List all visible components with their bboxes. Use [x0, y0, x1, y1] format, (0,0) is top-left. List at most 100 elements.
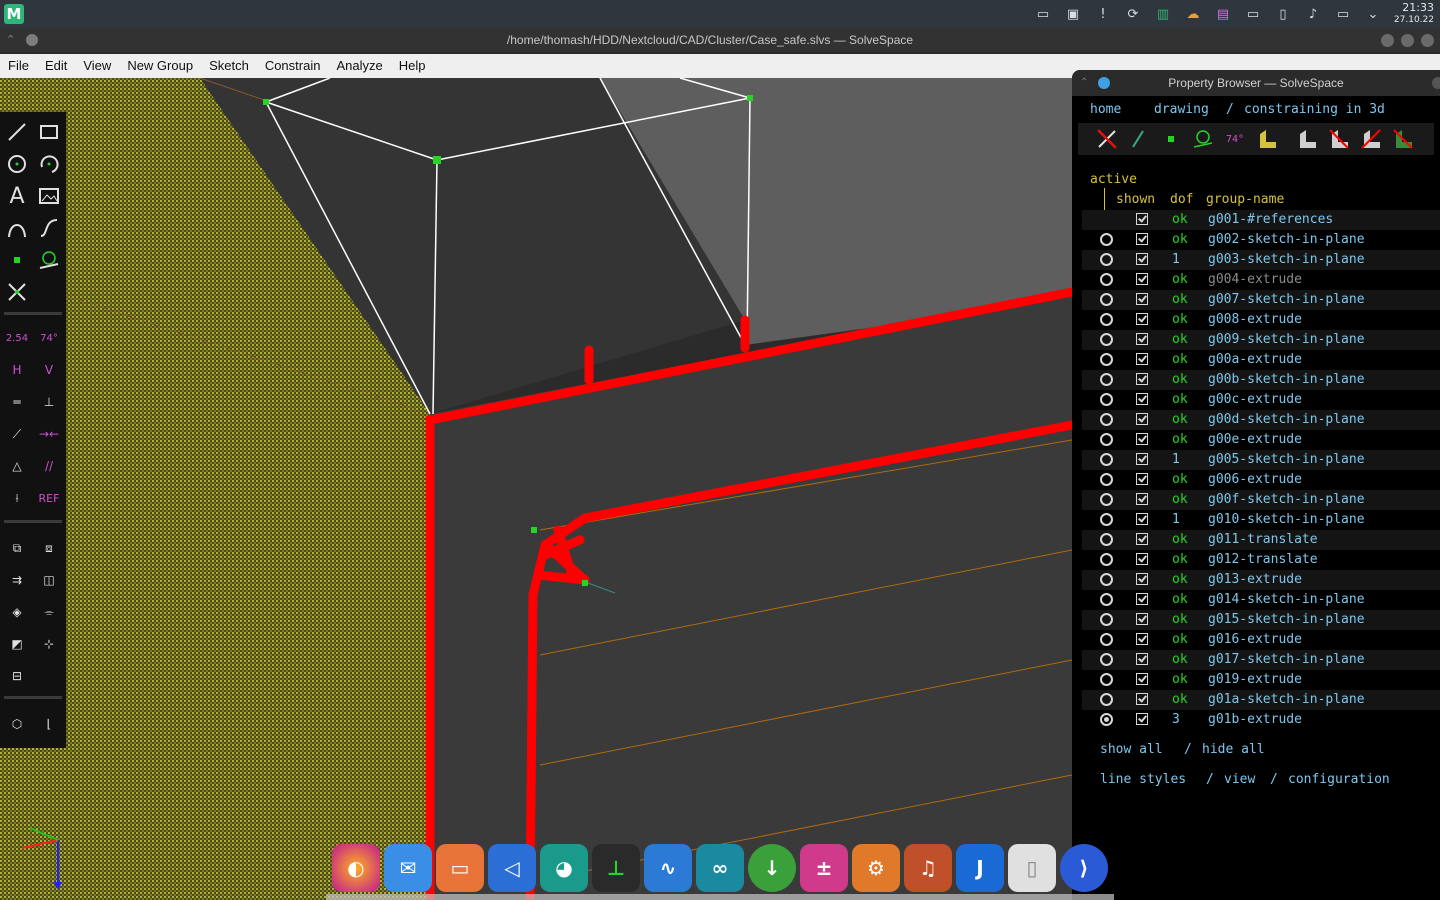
- drawing-link[interactable]: drawing: [1154, 102, 1209, 117]
- arc-tool-icon[interactable]: [36, 151, 62, 177]
- group-row[interactable]: ok g01a-sketch-in-plane: [1082, 690, 1440, 710]
- active-group-radio[interactable]: [1100, 253, 1113, 266]
- group-name[interactable]: g014-sketch-in-plane: [1208, 592, 1365, 607]
- group-name[interactable]: g00a-extrude: [1208, 352, 1302, 367]
- shown-checkbox[interactable]: [1136, 333, 1148, 345]
- group-row[interactable]: ok g016-extrude: [1082, 630, 1440, 650]
- group-row[interactable]: ok g019-extrude: [1082, 670, 1440, 690]
- close-button[interactable]: [1432, 77, 1440, 89]
- notification-icon[interactable]: !: [1090, 3, 1116, 25]
- group-row[interactable]: ok g014-sketch-in-plane: [1082, 590, 1440, 610]
- normals-toggle-icon[interactable]: [1126, 126, 1152, 152]
- rectangle-tool-icon[interactable]: [36, 119, 62, 145]
- hide-all-link[interactable]: hide all: [1202, 742, 1265, 757]
- active-group-radio[interactable]: [1100, 613, 1113, 626]
- active-group-radio[interactable]: [1100, 353, 1113, 366]
- menu-constrain[interactable]: Constrain: [257, 54, 329, 78]
- shown-checkbox[interactable]: [1136, 673, 1148, 685]
- angle-constraint-icon[interactable]: 74°: [36, 325, 62, 351]
- view-link[interactable]: view: [1224, 772, 1255, 787]
- construction-toggle-icon[interactable]: [1190, 126, 1216, 152]
- display-icon[interactable]: ▭: [1330, 3, 1356, 25]
- image-tool-icon[interactable]: [36, 183, 62, 209]
- active-group-radio[interactable]: [1100, 633, 1113, 646]
- group-name[interactable]: g017-sketch-in-plane: [1208, 652, 1365, 667]
- step-translate-icon[interactable]: ⧉: [4, 535, 30, 561]
- shown-checkbox[interactable]: [1136, 373, 1148, 385]
- group-row[interactable]: ok g009-sketch-in-plane: [1082, 330, 1440, 350]
- shown-checkbox[interactable]: [1136, 493, 1148, 505]
- shown-checkbox[interactable]: [1136, 413, 1148, 425]
- active-group-radio[interactable]: [1100, 673, 1113, 686]
- spline-tool-icon[interactable]: [36, 215, 62, 241]
- text-tool-icon[interactable]: A: [4, 183, 30, 209]
- shown-checkbox[interactable]: [1136, 633, 1148, 645]
- clock[interactable]: 21:33 27.10.22: [1394, 2, 1434, 26]
- shown-checkbox[interactable]: [1136, 293, 1148, 305]
- group-name[interactable]: g013-extrude: [1208, 572, 1302, 587]
- show-all-link[interactable]: show all: [1100, 742, 1163, 757]
- active-group-radio[interactable]: [1100, 313, 1113, 326]
- outlines-toggle-icon[interactable]: [1358, 126, 1384, 152]
- active-group-radio[interactable]: [1100, 413, 1113, 426]
- group-name[interactable]: g00c-extrude: [1208, 392, 1302, 407]
- group-row[interactable]: 1 g005-sketch-in-plane: [1082, 450, 1440, 470]
- tangent-constraint-icon[interactable]: ⟊: [4, 485, 30, 511]
- line-tool-icon[interactable]: [4, 119, 30, 145]
- group-name[interactable]: g015-sketch-in-plane: [1208, 612, 1365, 627]
- active-group-radio[interactable]: [1100, 433, 1113, 446]
- shown-checkbox[interactable]: [1136, 573, 1148, 585]
- shown-checkbox[interactable]: [1136, 433, 1148, 445]
- group-name[interactable]: g00f-sketch-in-plane: [1208, 492, 1365, 507]
- distance-constraint-icon[interactable]: 2.54: [4, 325, 30, 351]
- active-group-radio[interactable]: [1100, 393, 1113, 406]
- group-row[interactable]: ok g00c-extrude: [1082, 390, 1440, 410]
- split-curves-tool-icon[interactable]: [4, 279, 30, 305]
- group-row[interactable]: 1 g010-sketch-in-plane: [1082, 510, 1440, 530]
- maximize-button[interactable]: [1401, 34, 1414, 47]
- helix-icon[interactable]: ⌯: [36, 599, 62, 625]
- arduino-icon[interactable]: ∞: [696, 844, 744, 892]
- edges-toggle-icon[interactable]: [1326, 126, 1352, 152]
- pin-icon[interactable]: ⌃: [1080, 70, 1088, 96]
- tangent-arc-tool-icon[interactable]: [4, 215, 30, 241]
- group-name[interactable]: g00d-sketch-in-plane: [1208, 412, 1365, 427]
- window-menu-button[interactable]: [1098, 77, 1110, 89]
- volume-icon[interactable]: ♪: [1300, 3, 1326, 25]
- window-titlebar[interactable]: ⌃ /home/thomash/HDD/Nextcloud/CAD/Cluste…: [0, 28, 1440, 52]
- close-button[interactable]: [1421, 34, 1434, 47]
- menu-help[interactable]: Help: [391, 54, 434, 78]
- group-name[interactable]: g01b-extrude: [1208, 712, 1302, 727]
- active-group-radio[interactable]: [1100, 233, 1113, 246]
- group-name[interactable]: g001-#references: [1208, 212, 1333, 227]
- group-row[interactable]: ok g015-sketch-in-plane: [1082, 610, 1440, 630]
- active-group-radio[interactable]: [1100, 513, 1113, 526]
- active-group-radio[interactable]: [1100, 533, 1113, 546]
- points-toggle-icon[interactable]: [1158, 126, 1184, 152]
- faces-toggle-icon[interactable]: [1254, 126, 1280, 152]
- group-name[interactable]: g005-sketch-in-plane: [1208, 452, 1365, 467]
- shown-checkbox[interactable]: [1136, 593, 1148, 605]
- mastodon-icon[interactable]: ◕: [540, 844, 588, 892]
- active-group-radio[interactable]: [1100, 453, 1113, 466]
- line-styles-link[interactable]: line styles: [1100, 772, 1186, 787]
- shown-checkbox[interactable]: [1136, 393, 1148, 405]
- group-name[interactable]: g01a-sketch-in-plane: [1208, 692, 1365, 707]
- group-name[interactable]: g016-extrude: [1208, 632, 1302, 647]
- calculator-icon[interactable]: ±: [800, 844, 848, 892]
- workplane-toggle-icon[interactable]: [1094, 126, 1120, 152]
- group-row[interactable]: ok g007-sketch-in-plane: [1082, 290, 1440, 310]
- extrude-icon[interactable]: ⇉: [4, 567, 30, 593]
- active-group-radio[interactable]: [1100, 493, 1113, 506]
- perpendicular-constraint-icon[interactable]: ⊥: [36, 389, 62, 415]
- vertical-constraint-icon[interactable]: V: [36, 357, 62, 383]
- package-icon[interactable]: ▤: [1210, 3, 1236, 25]
- menu-analyze[interactable]: Analyze: [328, 54, 390, 78]
- firefox-icon[interactable]: ◐: [332, 844, 380, 892]
- group-name[interactable]: g003-sketch-in-plane: [1208, 252, 1365, 267]
- document-icon[interactable]: ▯: [1008, 844, 1056, 892]
- manjaro-icon[interactable]: ▥: [1150, 3, 1176, 25]
- shown-checkbox[interactable]: [1136, 533, 1148, 545]
- files-icon[interactable]: ▭: [436, 844, 484, 892]
- shown-checkbox[interactable]: [1136, 713, 1148, 725]
